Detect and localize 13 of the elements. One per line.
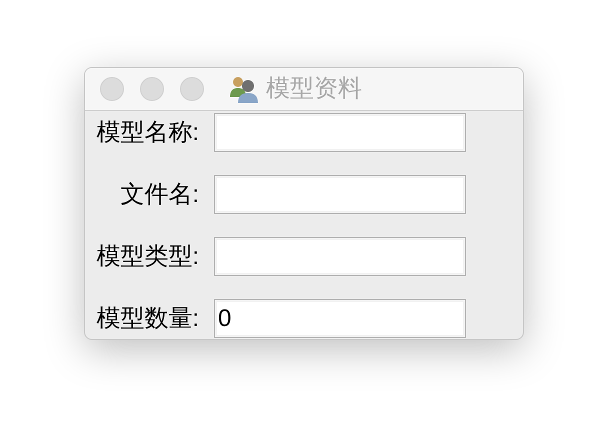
minimize-button[interactable] [140,77,164,101]
close-button[interactable] [100,77,124,101]
field-label: 模型数量: [95,306,199,330]
input-field[interactable] [214,175,466,214]
input-field[interactable]: 0 [214,299,466,338]
users-icon [228,75,260,103]
input-field[interactable] [214,113,466,152]
zoom-button[interactable] [180,77,204,101]
field-label: 模型类型: [95,244,199,268]
window-title: 模型资料 [266,77,362,101]
input-field[interactable] [214,237,466,276]
field-label: 模型名称: [95,120,199,144]
field-label: 文件名: [119,182,199,206]
